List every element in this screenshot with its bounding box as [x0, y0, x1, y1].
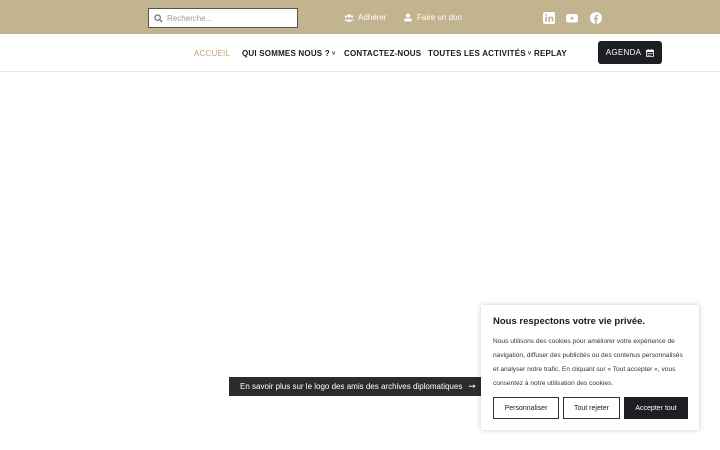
cookie-text: Nous utilisons des cookies pour améliore…	[493, 338, 683, 387]
arrow-right-icon: ➞	[468, 381, 476, 391]
customize-button[interactable]: Personnaliser	[493, 397, 559, 419]
accept-all-button[interactable]: Accepter tout	[624, 397, 688, 419]
donate-label: Faire un don	[417, 13, 462, 22]
top-bar: Adhérer Faire un don	[0, 0, 720, 34]
calendar-icon	[646, 48, 655, 57]
agenda-button[interactable]: AGENDA	[598, 41, 662, 64]
search-input[interactable]	[167, 13, 292, 23]
nav-item-label: TOUTES LES ACTIVITÉS	[428, 49, 526, 58]
search-box[interactable]	[148, 8, 298, 28]
chevron-down-icon: ˅	[527, 51, 532, 57]
chevron-down-icon: ˅	[331, 51, 336, 57]
youtube-icon[interactable]	[566, 12, 578, 24]
donate-icon	[404, 13, 412, 22]
donate-link[interactable]: Faire un don	[403, 13, 462, 22]
logo-banner-label: En savoir plus sur le logo des amis des …	[240, 382, 463, 391]
nav-item-contactez-nous[interactable]: CONTACTEZ-NOUS	[344, 49, 421, 58]
nav-item-label: ACCUEIL	[194, 49, 231, 58]
nav-item-accueil[interactable]: ACCUEIL	[194, 49, 230, 58]
logo-info-banner[interactable]: En savoir plus sur le logo des amis des …	[229, 377, 481, 396]
nav-item-toutes-les-activites[interactable]: TOUTES LES ACTIVITÉS ˅	[428, 49, 532, 58]
nav-item-replay[interactable]: REPLAY	[534, 49, 567, 58]
linkedin-icon[interactable]	[543, 12, 555, 24]
nav-item-label: CONTACTEZ-NOUS	[344, 49, 422, 58]
facebook-icon[interactable]	[590, 12, 602, 24]
search-icon	[154, 13, 163, 23]
nav-item-qui-sommes-nous[interactable]: QUI SOMMES NOUS ? ˅	[242, 49, 336, 58]
reject-all-button[interactable]: Tout rejeter	[563, 397, 620, 419]
nav-item-label: QUI SOMMES NOUS ?	[242, 49, 330, 58]
cookie-title: Nous respectons votre vie privée.	[493, 316, 646, 327]
adherer-link[interactable]: Adhérer	[344, 13, 386, 22]
adherer-label: Adhérer	[358, 13, 387, 22]
cookie-buttons: Personnaliser Tout rejeter Accepter tout	[493, 397, 688, 419]
nav-item-label: REPLAY	[534, 49, 567, 58]
cookie-consent-dialog: Nous respectons votre vie privée. Nous u…	[481, 305, 699, 430]
agenda-label: AGENDA	[605, 48, 642, 57]
users-icon	[344, 14, 354, 22]
